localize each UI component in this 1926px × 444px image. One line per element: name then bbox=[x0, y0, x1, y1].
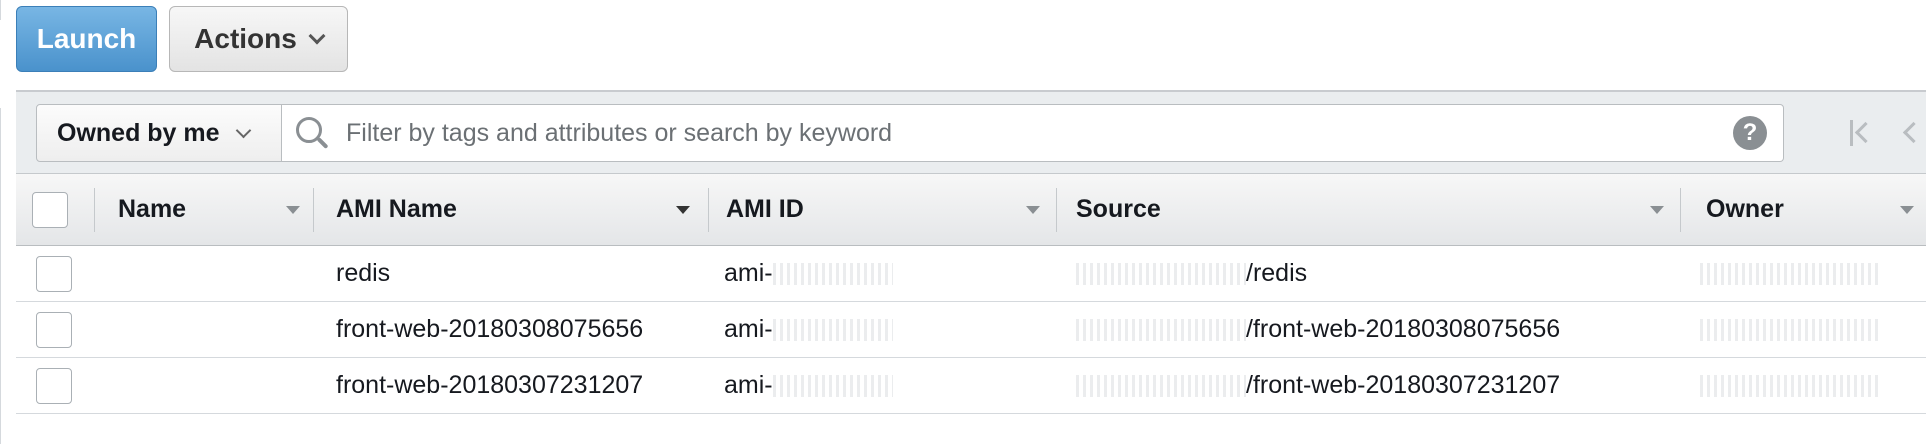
table-header-row: Name AMI Name AMI ID Source Owner bbox=[16, 174, 1926, 246]
sort-caret-icon[interactable] bbox=[676, 206, 690, 214]
ami-table-panel: Owned by me ? Name AMI Name AMI ID bbox=[16, 90, 1926, 444]
row-ami-name: front-web-20180308075656 bbox=[336, 315, 644, 343]
launch-button-label: Launch bbox=[36, 23, 137, 54]
select-all-checkbox[interactable] bbox=[32, 191, 68, 228]
column-header-ami-name[interactable]: AMI Name bbox=[336, 174, 457, 245]
redacted-value bbox=[1700, 374, 1880, 397]
redacted-value bbox=[772, 262, 893, 285]
chevron-down-icon bbox=[308, 27, 326, 45]
row-owner-cell bbox=[1700, 358, 1880, 413]
column-divider[interactable] bbox=[1056, 188, 1057, 232]
chevron-down-icon bbox=[235, 122, 251, 138]
search-icon bbox=[282, 104, 346, 162]
search-input[interactable] bbox=[346, 105, 1733, 161]
owner-filter-value: Owned by me bbox=[57, 118, 220, 147]
launch-button[interactable]: Launch bbox=[16, 6, 157, 72]
row-source-cell: /front-web-20180308075656 bbox=[1076, 302, 1560, 357]
sort-caret-icon[interactable] bbox=[1900, 206, 1914, 214]
row-checkbox-cell bbox=[36, 358, 72, 413]
row-ami-id: ami- bbox=[724, 259, 773, 287]
row-ami-id-cell: ami- bbox=[724, 358, 893, 413]
redacted-value bbox=[1076, 374, 1246, 397]
column-header-ami-id[interactable]: AMI ID bbox=[726, 174, 804, 245]
redacted-value bbox=[1076, 318, 1246, 341]
row-source-cell: /redis bbox=[1076, 246, 1307, 301]
sort-caret-icon[interactable] bbox=[286, 206, 300, 214]
row-source: /front-web-20180308075656 bbox=[1246, 315, 1561, 343]
column-header-source[interactable]: Source bbox=[1076, 174, 1161, 245]
redacted-value bbox=[1700, 318, 1880, 341]
row-ami-name: front-web-20180307231207 bbox=[336, 371, 644, 399]
filter-bar: Owned by me ? bbox=[16, 92, 1926, 174]
row-owner-cell bbox=[1700, 246, 1880, 301]
table-row[interactable]: front-web-20180308075656 ami- /front-web… bbox=[16, 302, 1926, 358]
redacted-value bbox=[772, 374, 893, 397]
left-edge-divider bbox=[0, 0, 1, 20]
row-owner-cell bbox=[1700, 302, 1880, 357]
row-checkbox[interactable] bbox=[36, 311, 72, 348]
column-divider[interactable] bbox=[313, 188, 314, 232]
row-checkbox[interactable] bbox=[36, 255, 72, 292]
column-header-label: Owner bbox=[1706, 195, 1784, 223]
row-checkbox[interactable] bbox=[36, 367, 72, 404]
column-header-label: AMI ID bbox=[726, 195, 804, 223]
sort-caret-icon[interactable] bbox=[1026, 206, 1040, 214]
column-header-label: Name bbox=[118, 195, 187, 223]
help-icon[interactable]: ? bbox=[1733, 116, 1767, 150]
row-ami-id: ami- bbox=[724, 371, 773, 399]
search-box: ? bbox=[282, 104, 1784, 162]
toolbar: Launch Actions bbox=[16, 6, 348, 72]
owner-filter-select[interactable]: Owned by me bbox=[36, 104, 282, 162]
select-all-checkbox-cell bbox=[32, 174, 68, 245]
column-header-name[interactable]: Name bbox=[118, 174, 186, 245]
column-header-label: Source bbox=[1076, 195, 1161, 223]
left-edge-divider-lower bbox=[0, 108, 1, 444]
table-row[interactable]: front-web-20180307231207 ami- /front-web… bbox=[16, 358, 1926, 414]
row-source: /redis bbox=[1246, 259, 1308, 287]
row-ami-id-cell: ami- bbox=[724, 302, 893, 357]
row-source-cell: /front-web-20180307231207 bbox=[1076, 358, 1560, 413]
redacted-value bbox=[1700, 262, 1880, 285]
column-divider[interactable] bbox=[708, 188, 709, 232]
column-header-label: AMI Name bbox=[336, 195, 457, 223]
first-page-icon[interactable] bbox=[1846, 118, 1877, 148]
table-row[interactable]: redis ami- /redis bbox=[16, 246, 1926, 302]
column-divider[interactable] bbox=[1680, 188, 1681, 232]
column-divider[interactable] bbox=[94, 188, 95, 232]
row-ami-id-cell: ami- bbox=[724, 246, 893, 301]
column-header-owner[interactable]: Owner bbox=[1706, 174, 1784, 245]
row-checkbox-cell bbox=[36, 246, 72, 301]
row-ami-name: redis bbox=[336, 259, 391, 287]
row-ami-id: ami- bbox=[724, 315, 773, 343]
row-source: /front-web-20180307231207 bbox=[1246, 371, 1561, 399]
prev-page-icon[interactable] bbox=[1896, 118, 1926, 148]
sort-caret-icon[interactable] bbox=[1650, 206, 1664, 214]
actions-button-label: Actions bbox=[194, 23, 297, 54]
actions-dropdown-button[interactable]: Actions bbox=[169, 6, 348, 72]
row-checkbox-cell bbox=[36, 302, 72, 357]
redacted-value bbox=[772, 318, 893, 341]
redacted-value bbox=[1076, 262, 1246, 285]
